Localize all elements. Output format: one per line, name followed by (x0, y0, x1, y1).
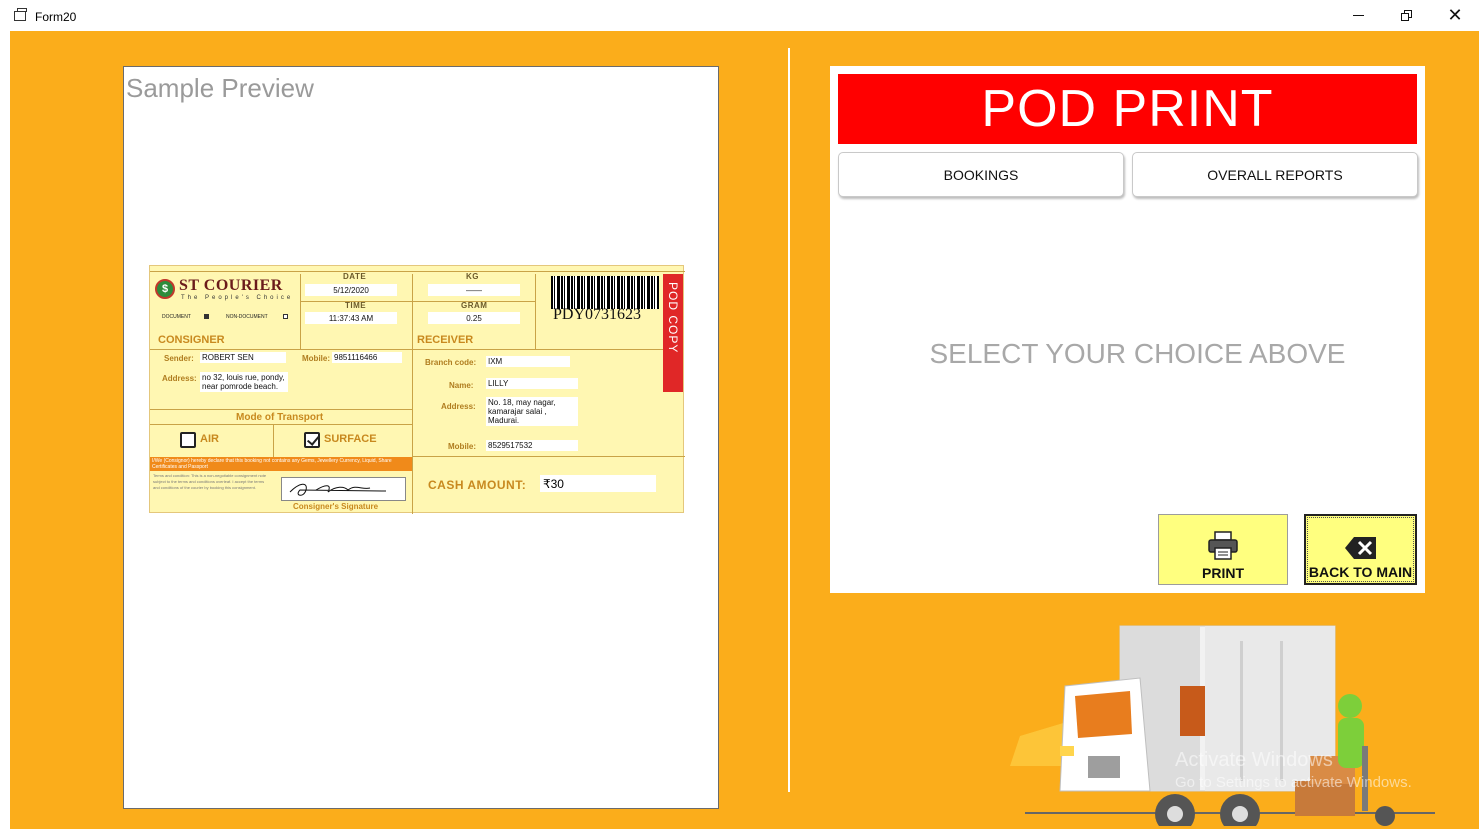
select-choice-prompt: SELECT YOUR CHOICE ABOVE (929, 338, 1346, 369)
courier-logo-icon: $ (155, 279, 175, 299)
pod-copy-tag: POD COPY (663, 274, 683, 392)
surface-label: SURFACE (324, 433, 377, 445)
receiver-mobile-value: 8529517532 (486, 440, 578, 451)
document-label: DOCUMENT (162, 314, 191, 320)
declaration-strip: I/We (Consignor) hereby declare that thi… (150, 457, 412, 471)
backspace-icon (1344, 537, 1376, 559)
form-client-area: Sample Preview $ ST COURIER The People's… (10, 31, 1479, 829)
activate-windows-watermark: Activate Windows Go to Settings to activ… (1175, 749, 1412, 791)
signature-label: Consigner's Signature (293, 502, 379, 511)
delivery-truck-illustration (1010, 625, 1435, 826)
sender-address-label: Address: (162, 374, 197, 383)
window-titlebar: Form20 ✕ (0, 0, 1479, 31)
consigner-heading: CONSIGNER (158, 334, 225, 346)
restore-icon (1400, 10, 1412, 21)
barcode-icon (551, 276, 659, 309)
air-label: AIR (200, 433, 219, 445)
sender-mobile-value: 9851116466 (332, 352, 402, 363)
minimize-icon (1352, 15, 1364, 16)
cash-amount-label: CASH AMOUNT: (428, 478, 527, 492)
tracking-number: PDY0731623 (553, 306, 642, 323)
window-title: Form20 (35, 10, 77, 24)
restore-button[interactable] (1382, 0, 1430, 31)
printer-icon (1208, 531, 1238, 560)
courier-tagline: The People's Choice (181, 295, 294, 301)
terms-text: Terms and condition: This is a non-negot… (153, 473, 267, 490)
branch-label: Branch code: (425, 358, 477, 367)
back-to-main-label: BACK TO MAIN (1308, 564, 1413, 580)
cash-amount-value: ₹30 (540, 475, 656, 492)
print-button[interactable]: PRINT (1158, 514, 1288, 585)
sender-label: Sender: (164, 354, 194, 363)
pod-print-banner: POD PRINT (838, 74, 1417, 144)
receiver-heading: RECEIVER (417, 334, 474, 346)
branch-value: IXM (486, 356, 570, 367)
kg-value: —— (428, 284, 520, 296)
air-checkbox (180, 432, 196, 448)
sender-value: ROBERT SEN (200, 352, 286, 363)
overall-reports-button[interactable]: OVERALL REPORTS (1132, 152, 1418, 197)
pod-print-panel: POD PRINT BOOKINGS OVERALL REPORTS SELEC… (830, 66, 1425, 593)
date-value: 5/12/2020 (305, 284, 397, 296)
preview-title: Sample Preview (126, 73, 314, 103)
print-label: PRINT (1202, 565, 1244, 581)
kg-label: KG (466, 272, 479, 281)
date-label: DATE (343, 272, 367, 281)
vertical-divider (788, 48, 790, 792)
close-button[interactable]: ✕ (1431, 0, 1479, 31)
receiver-name-label: Name: (449, 381, 474, 390)
gram-label: GRAM (461, 301, 488, 310)
close-icon: ✕ (1447, 5, 1463, 25)
time-value: 11:37:43 AM (305, 312, 397, 324)
receiver-address-value: No. 18, may nagar, kamarajar salai , Mad… (486, 397, 578, 426)
signature-image (289, 483, 387, 496)
courier-brand: ST COURIER (179, 277, 283, 294)
minimize-button[interactable] (1334, 0, 1382, 31)
sender-mobile-label: Mobile: (302, 354, 330, 363)
non-document-checkbox (283, 314, 288, 319)
receiver-address-label: Address: (441, 402, 476, 411)
surface-checkbox (304, 432, 320, 448)
transport-heading: Mode of Transport (236, 412, 324, 423)
bookings-button[interactable]: BOOKINGS (838, 152, 1124, 197)
watermark-line-1: Activate Windows (1175, 749, 1333, 771)
pod-slip: $ ST COURIER The People's Choice DOCUMEN… (149, 265, 685, 514)
document-checkbox (204, 314, 209, 319)
pod-copy-label: POD COPY (666, 282, 680, 354)
signature-box (281, 477, 406, 501)
time-label: TIME (345, 301, 367, 310)
receiver-mobile-label: Mobile: (448, 442, 476, 451)
sender-address-value: no 32, louis rue, pondy, near pomrode be… (200, 372, 288, 392)
non-document-label: NON-DOCUMENT (226, 314, 268, 320)
sample-preview-pane: Sample Preview $ ST COURIER The People's… (123, 66, 719, 809)
back-to-main-button[interactable]: BACK TO MAIN (1304, 514, 1417, 585)
app-icon (14, 8, 27, 21)
watermark-line-2: Go to Settings to activate Windows. (1175, 774, 1412, 791)
gram-value: 0.25 (428, 312, 520, 324)
receiver-name-value: LILLY (486, 378, 578, 389)
